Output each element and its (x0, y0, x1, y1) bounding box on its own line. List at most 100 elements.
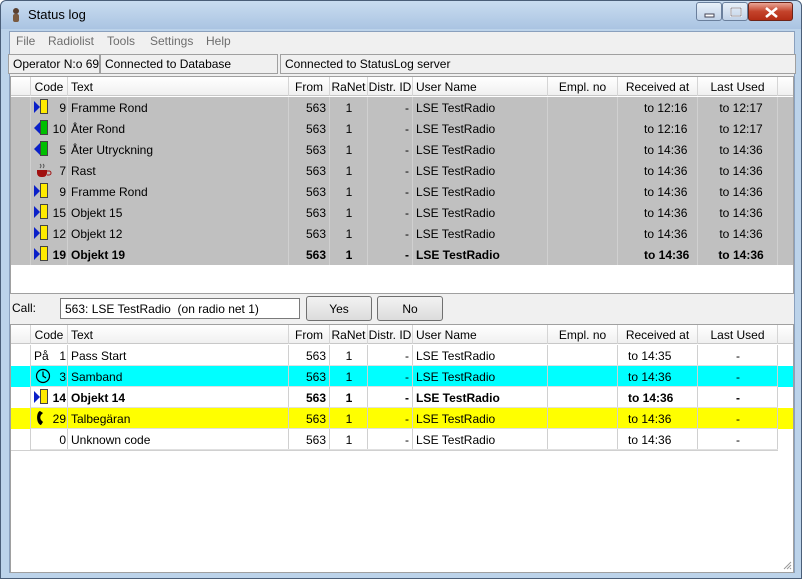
distr-id-header[interactable]: Distr. ID (368, 325, 413, 344)
last-used-header[interactable]: Last Used (698, 325, 778, 344)
last-used-header[interactable]: Last Used (698, 77, 778, 96)
incoming-status-list[interactable]: Code Text From RaNet Distr. ID User Name Empl.… (10, 76, 794, 294)
code-header[interactable]: Code (31, 325, 68, 344)
distr-id-header[interactable]: Distr. ID (368, 77, 413, 96)
received-cell: to 14:36 (644, 164, 688, 178)
code-cell: 9 (31, 181, 68, 202)
last-cell: to 14:36 (719, 185, 763, 199)
user-name-header[interactable]: User Name (413, 325, 548, 344)
grid-line (288, 345, 289, 450)
menu-file[interactable]: File (16, 34, 35, 48)
from-header[interactable]: From (289, 325, 330, 344)
ranet-cell: 1 (345, 433, 353, 447)
last-cell: - (736, 412, 740, 426)
text-header[interactable]: Text (68, 325, 289, 344)
code-cell: 19 (31, 244, 68, 265)
from-cell: 563 (305, 122, 326, 136)
client-area: File Radiolist Tools Settings Help Opera… (8, 31, 796, 573)
grid-line (412, 345, 413, 450)
distr-cell: - (405, 185, 409, 199)
row-selector (11, 429, 31, 450)
code-cell: 15 (31, 202, 68, 223)
from-cell: 563 (305, 206, 326, 220)
ranet-header[interactable]: RaNet (330, 77, 368, 96)
grid-line (367, 97, 368, 265)
code-value: 14 (52, 391, 66, 405)
user-cell: LSE TestRadio (416, 391, 500, 405)
minimize-icon (704, 13, 715, 18)
received-at-header[interactable]: Received at (618, 325, 698, 344)
empl-no-header[interactable]: Empl. no (548, 77, 618, 96)
table-row[interactable]: 3 Samband 563 1- LSE TestRadio to 14:36- (11, 366, 793, 387)
code-value: 5 (59, 143, 66, 157)
table-row[interactable]: 10 Åter Rond 563 1 - LSE TestRadio to 12:16 to … (11, 118, 793, 139)
table-row[interactable]: 19 Objekt 19 563 1 - LSE TestRadio to 14:36 to … (11, 244, 793, 265)
table-row[interactable]: På 1 Pass Start 563 1- LSE TestRadio to 14:35- (11, 345, 793, 366)
table-row[interactable]: 9 Framme Rond 563 1 - LSE TestRadio to 12:16 to… (11, 97, 793, 118)
grid-line (31, 428, 778, 429)
code-cell: 29 (31, 408, 68, 429)
from-cell: 563 (305, 185, 326, 199)
grid-line (31, 407, 778, 408)
call-input[interactable] (60, 298, 300, 319)
table-row[interactable]: 7 Rast 563 1 - LSE TestRadio to 14:36 to 14:36 (11, 160, 793, 181)
ranet-header[interactable]: RaNet (330, 325, 368, 344)
yes-button[interactable]: Yes (306, 296, 372, 321)
from-cell: 563 (305, 248, 326, 262)
arrow-right-flag-icon (31, 202, 53, 223)
table-row[interactable]: 14 Objekt 14 563 1- LSE TestRadio to 14:36- (11, 387, 793, 408)
arrow-right-flag-icon (31, 223, 53, 244)
row-selector (11, 97, 31, 118)
text-cell: Talbegäran (71, 412, 131, 426)
table-row[interactable]: 0 Unknown code 563 1- LSE TestRadio to 14:36- (11, 429, 793, 450)
empl-cell (548, 429, 618, 450)
text-cell: Objekt 12 (71, 227, 123, 241)
table-row[interactable]: 29 Talbegäran 563 1- LSE TestRadio to 14:36- (11, 408, 793, 429)
arrow-right-flag-icon (31, 97, 53, 118)
last-cell: - (736, 349, 740, 363)
maximize-button[interactable] (722, 2, 748, 21)
resize-grip-icon[interactable] (782, 560, 792, 570)
user-cell: LSE TestRadio (416, 349, 496, 363)
code-header[interactable]: Code (31, 77, 68, 96)
menu-settings[interactable]: Settings (150, 34, 193, 48)
last-cell: to 14:36 (719, 227, 763, 241)
from-cell: 563 (305, 391, 326, 405)
table-row[interactable]: 12 Objekt 12 563 1 - LSE TestRadio to 14:36 to … (11, 223, 793, 244)
no-button[interactable]: No (377, 296, 443, 321)
distr-cell: - (405, 412, 409, 426)
table-row[interactable]: 9 Framme Rond 563 1 - LSE TestRadio to 14:36 to… (11, 181, 793, 202)
text-cell: Objekt 19 (71, 248, 126, 262)
ranet-cell: 1 (345, 164, 353, 178)
table-row[interactable]: 5 Åter Utryckning 563 1 - LSE TestRadio to 14:… (11, 139, 793, 160)
empl-cell (548, 202, 618, 223)
call-status-list[interactable]: Code Text From RaNet Distr. ID User Name Empl.… (10, 324, 794, 573)
from-header[interactable]: From (289, 77, 330, 96)
row-selector (11, 408, 31, 429)
menu-tools[interactable]: Tools (107, 34, 135, 48)
user-cell: LSE TestRadio (416, 164, 496, 178)
grid-line (11, 450, 778, 451)
received-cell: to 14:36 (644, 185, 688, 199)
row-selector (11, 223, 31, 244)
empl-no-header[interactable]: Empl. no (548, 325, 618, 344)
last-cell: to 14:36 (719, 143, 763, 157)
grid-line (617, 97, 618, 265)
received-at-header[interactable]: Received at (618, 77, 698, 96)
user-name-header[interactable]: User Name (413, 77, 548, 96)
from-cell: 563 (305, 412, 326, 426)
title-bar[interactable]: Status log (1, 1, 801, 29)
grid-line (412, 97, 413, 265)
menu-help[interactable]: Help (206, 34, 231, 48)
table-row[interactable]: 15 Objekt 15 563 1 - LSE TestRadio to 14:36 to … (11, 202, 793, 223)
minimize-button[interactable] (696, 2, 722, 21)
last-cell: to 14:36 (719, 164, 763, 178)
menu-radiolist[interactable]: Radiolist (48, 34, 94, 48)
text-cell: Unknown code (71, 433, 151, 447)
user-cell: LSE TestRadio (416, 206, 496, 220)
close-button[interactable] (748, 2, 793, 21)
text-header[interactable]: Text (68, 77, 289, 96)
text-cell: Framme Rond (71, 101, 148, 115)
close-icon (765, 6, 778, 19)
last-cell: - (736, 433, 740, 447)
